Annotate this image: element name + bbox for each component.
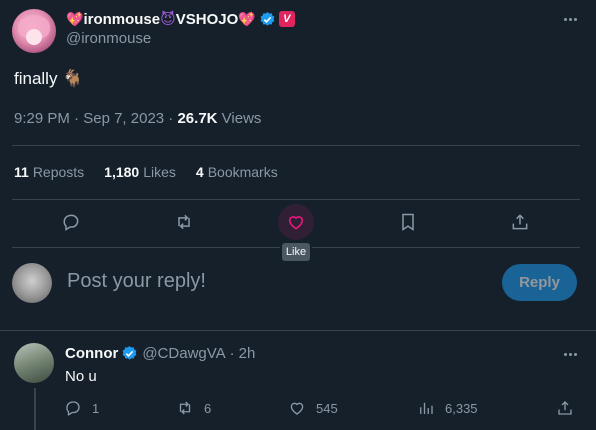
bookmark-icon: [402, 213, 414, 231]
verified-icon: [260, 11, 275, 26]
repost-button[interactable]: [166, 204, 202, 240]
bookmarks-count: 4: [195, 164, 204, 180]
repost-icon: [178, 214, 190, 230]
share-button[interactable]: [502, 204, 538, 240]
heart-icon: 💖: [238, 10, 256, 27]
divider: [12, 145, 580, 146]
share-icon: [558, 401, 572, 415]
reply-author-avatar[interactable]: [14, 343, 54, 383]
reply-submit-button[interactable]: Reply: [502, 264, 577, 301]
reply-age[interactable]: 2h: [239, 345, 256, 362]
sparkle-heart-icon: 💖: [66, 10, 84, 27]
reply-icon: [66, 401, 80, 416]
reply-text: No u: [65, 368, 97, 385]
reply-replies-count: 1: [92, 400, 100, 416]
reply-button[interactable]: [53, 204, 89, 240]
divider: [312, 247, 580, 248]
likes-label: Likes: [143, 164, 176, 180]
like-tooltip: Like: [282, 243, 310, 261]
like-icon: [290, 402, 304, 415]
avatar-face: [26, 29, 42, 45]
like-button[interactable]: [278, 204, 314, 240]
reply-reply-button[interactable]: 1: [64, 399, 99, 417]
tweet-text: finally 🐐: [14, 69, 83, 89]
reply-dot: ·: [229, 344, 235, 362]
tweet-text-content: finally: [14, 69, 58, 88]
views-icon: [420, 402, 433, 414]
bookmarks-stat[interactable]: 4 Bookmarks: [196, 164, 278, 180]
tweet-meta: 9:29 PM · Sep 7, 2023 · 26.7K Views: [14, 110, 261, 127]
reply-views-count: 6,335: [445, 400, 478, 416]
user-avatar[interactable]: [12, 263, 52, 303]
author-handle[interactable]: @ironmouse: [66, 30, 151, 47]
tweet-time[interactable]: 9:29 PM: [14, 110, 70, 127]
more-icon[interactable]: [560, 9, 580, 29]
tweet-date[interactable]: Sep 7, 2023: [83, 110, 164, 127]
divider: [12, 247, 280, 248]
reply-author-row[interactable]: Connor @CDawgVA · 2h: [65, 344, 255, 362]
vshojo-badge-icon: V: [278, 11, 295, 27]
goat-emoji: 🐐: [62, 69, 84, 88]
reposts-stat[interactable]: 11 Reposts: [14, 164, 84, 180]
thread-line: [34, 388, 36, 430]
meta-dot: ·: [74, 110, 80, 127]
display-name: ironmouse: [83, 10, 161, 28]
reply-author-name[interactable]: Connor: [65, 345, 118, 362]
engagement-stats: 11 Reposts 1,180 Likes 4 Bookmarks: [14, 164, 278, 180]
reply-like-button[interactable]: 545: [288, 399, 338, 417]
divider: [0, 330, 596, 331]
reply-input[interactable]: Post your reply!: [67, 270, 206, 293]
author-avatar[interactable]: [12, 9, 56, 53]
reply-icon: [63, 214, 79, 231]
divider: [12, 199, 580, 200]
author-name-row[interactable]: 💖 ironmouse 😈 VSHOJO 💖 V: [66, 9, 295, 29]
reply-author-handle[interactable]: @CDawgVA: [142, 345, 225, 362]
display-name-suffix: VSHOJO: [175, 10, 239, 28]
bookmark-button[interactable]: [390, 204, 426, 240]
reposts-count: 11: [14, 164, 29, 180]
reply-reposts-count: 6: [204, 400, 212, 416]
views-label: Views: [221, 110, 262, 127]
likes-stat[interactable]: 1,180 Likes: [104, 164, 176, 180]
like-icon: [288, 216, 304, 230]
more-icon[interactable]: [560, 344, 580, 364]
views-count: 26.7K: [177, 110, 218, 127]
reply-repost-button[interactable]: 6: [176, 399, 211, 417]
verified-icon: [122, 345, 137, 360]
devil-icon: 😈: [160, 11, 176, 28]
share-icon: [512, 214, 528, 230]
likes-count: 1,180: [104, 164, 140, 180]
meta-dot: ·: [168, 110, 174, 127]
bookmarks-label: Bookmarks: [207, 164, 278, 180]
reply-views-button[interactable]: 6,335: [417, 399, 478, 417]
reply-share-button[interactable]: [556, 399, 574, 417]
repost-icon: [179, 401, 191, 415]
reposts-label: Reposts: [32, 164, 85, 180]
reply-likes-count: 545: [316, 400, 338, 416]
